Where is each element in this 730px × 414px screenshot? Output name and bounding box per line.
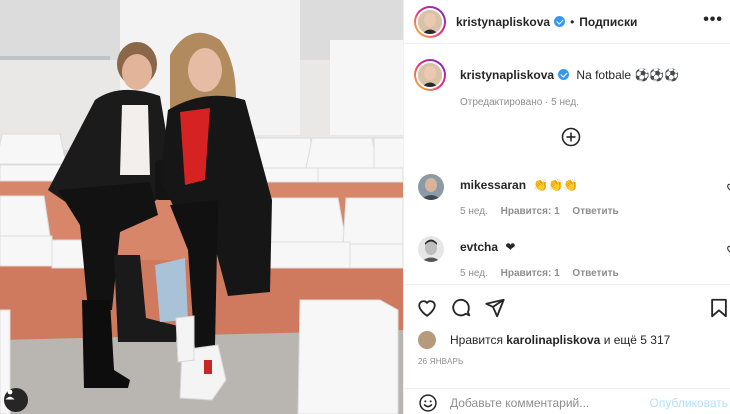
comment-reply-button[interactable]: Ответить [572, 206, 618, 217]
comment-meta: 5 нед. Нравится: 1 Ответить [460, 206, 629, 217]
comment-likes[interactable]: Нравится: 1 [501, 206, 560, 217]
comment-username[interactable]: evtcha [460, 240, 498, 254]
caption-username[interactable]: kristynapliskova [460, 68, 554, 82]
separator-dot: • [570, 14, 575, 29]
likes-summary[interactable]: Нравится karolinapliskova и ещё 5 317 [418, 331, 670, 349]
verified-badge-icon [558, 69, 570, 80]
tagged-users-button[interactable] [4, 388, 28, 412]
comment-like-heart-icon[interactable] [726, 182, 730, 192]
author-avatar[interactable] [414, 5, 446, 38]
publish-button[interactable]: Опубликовать [650, 396, 728, 410]
photo-illustration [0, 0, 403, 414]
post-photo[interactable] [0, 0, 403, 414]
comment-time[interactable]: 5 нед. [460, 268, 488, 279]
post-side-panel: kristynapliskova • Подписки ••• kristyna… [403, 0, 730, 414]
comment-text: 👏👏👏 [533, 178, 579, 192]
caption-avatar-image [418, 63, 442, 87]
add-comment-bar: Опубликовать [404, 388, 730, 414]
post-header: kristynapliskova • Подписки ••• [404, 0, 730, 44]
post-date[interactable]: 26 ЯНВАРЬ [418, 357, 463, 366]
save-bookmark-icon[interactable] [708, 297, 730, 319]
comment-username[interactable]: mikessaran [460, 178, 526, 192]
load-more-comments-button[interactable] [561, 127, 581, 147]
caption-meta: Отредактировано · 5 нед. [460, 97, 579, 108]
caption-text-row: kristynapliskova Na fotbale ⚽⚽⚽ [460, 68, 679, 82]
more-icon[interactable]: ••• [703, 11, 723, 29]
like-heart-icon[interactable] [416, 297, 438, 319]
author-username[interactable]: kristynapliskova [456, 15, 550, 29]
comment-like-heart-icon[interactable] [726, 244, 730, 254]
caption-avatar[interactable] [414, 59, 446, 91]
comment-text-row: evtcha ❤ [460, 240, 515, 254]
caption-text: Na fotbale ⚽⚽⚽ [576, 68, 680, 82]
plus-circle-icon [561, 127, 581, 147]
post-actions-bar [404, 284, 730, 328]
share-send-icon[interactable] [484, 297, 506, 319]
comment-avatar-image [418, 236, 444, 262]
comment-bubble-icon[interactable] [450, 297, 472, 319]
user-tag-icon [5, 389, 15, 400]
author-avatar-image [418, 9, 442, 34]
likes-text: Нравится karolinapliskova и ещё 5 317 [450, 333, 670, 347]
verified-badge-icon [554, 16, 566, 27]
likes-suffix[interactable]: и ещё 5 317 [604, 333, 671, 347]
comment-avatar[interactable] [418, 174, 444, 200]
comment-meta: 5 нед. Нравится: 1 Ответить [460, 268, 629, 279]
comment-reply-button[interactable]: Ответить [572, 268, 618, 279]
comment-avatar[interactable] [418, 236, 444, 262]
comment-text-row: mikessaran 👏👏👏 [460, 178, 578, 192]
comment-likes[interactable]: Нравится: 1 [501, 268, 560, 279]
comment-input[interactable] [450, 394, 640, 412]
likes-prefix: Нравится [450, 333, 503, 347]
comment-text: ❤ [505, 240, 516, 254]
liker-avatar [418, 331, 436, 349]
comment-time[interactable]: 5 нед. [460, 206, 488, 217]
following-button[interactable]: Подписки [579, 15, 637, 29]
likes-user[interactable]: karolinapliskova [506, 333, 600, 347]
emoji-smile-icon[interactable] [418, 393, 438, 413]
comment-avatar-image [418, 174, 444, 200]
